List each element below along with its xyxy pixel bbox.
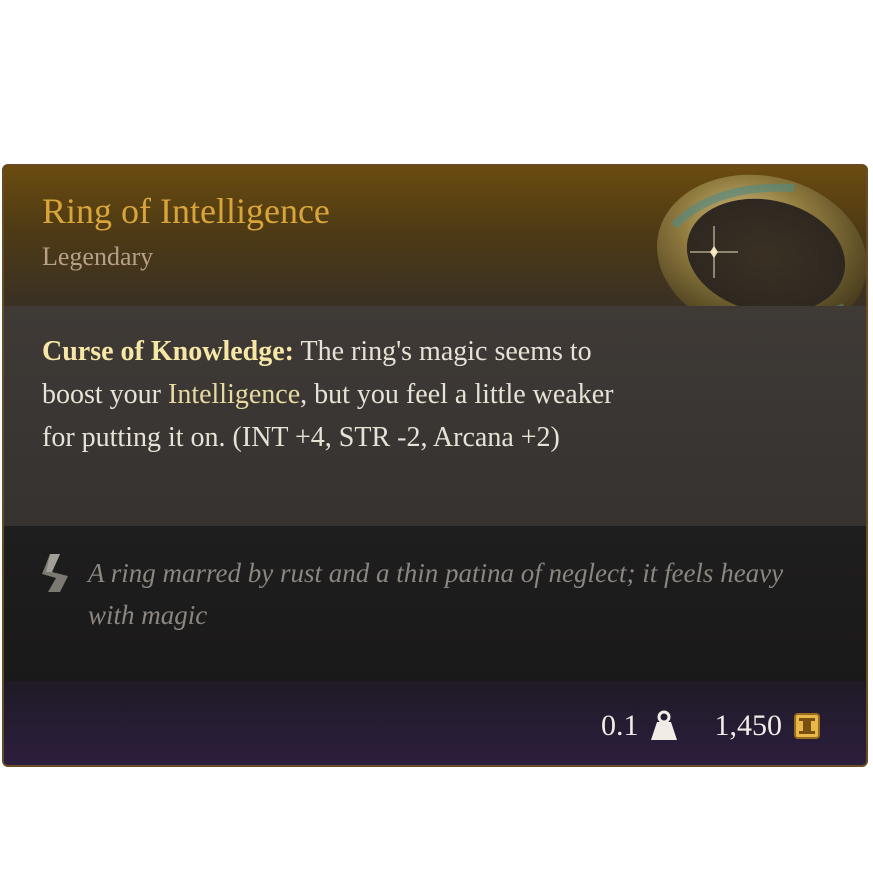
weight-icon xyxy=(650,710,677,740)
item-description: Curse of Knowledge: The ring's magic see… xyxy=(42,330,642,459)
intelligence-keyword[interactable]: Intelligence xyxy=(168,379,300,410)
item-name: Ring of Intelligence xyxy=(42,191,330,231)
item-tooltip: Ring of Intelligence Legendary Curse of … xyxy=(2,164,868,767)
item-weight: 0.1 xyxy=(601,709,639,742)
flavor-text: A ring marred by rust and a thin patina … xyxy=(88,558,784,630)
scroll-quill-icon xyxy=(42,554,68,592)
item-rarity: Legendary xyxy=(42,242,154,271)
passive-title: Curse of Knowledge: xyxy=(42,336,294,367)
item-stats-footer: 0.1 1,450 xyxy=(601,706,822,746)
gold-coin-icon xyxy=(794,713,820,739)
flavor-section: A ring marred by rust and a thin patina … xyxy=(4,526,866,681)
item-value: 1,450 xyxy=(714,709,783,742)
description-section: Curse of Knowledge: The ring's magic see… xyxy=(4,306,866,527)
